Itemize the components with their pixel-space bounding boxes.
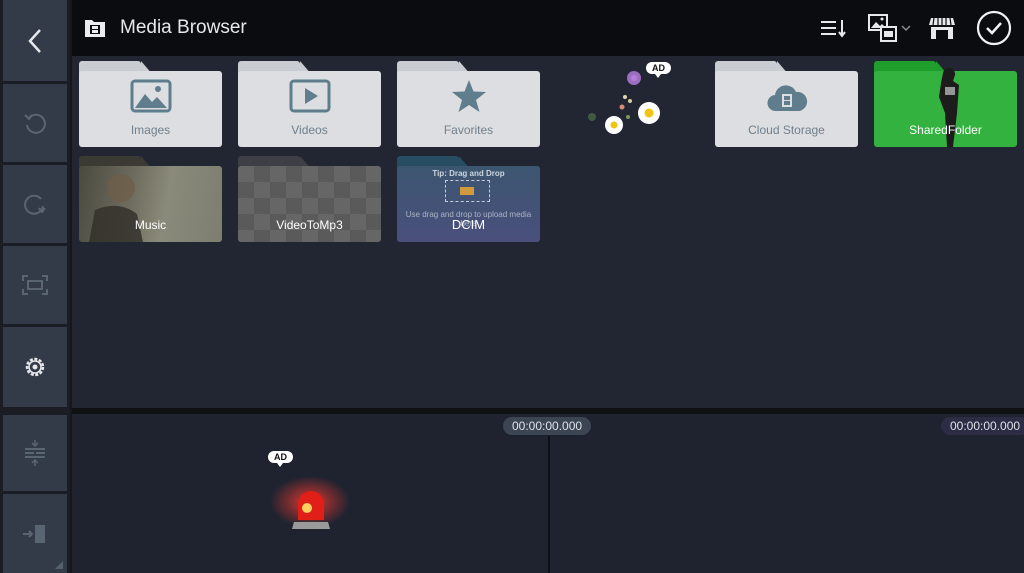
- back-button[interactable]: [3, 0, 67, 81]
- exit-button[interactable]: [3, 494, 67, 573]
- folder-label: VideoToMp3: [276, 218, 343, 232]
- undo-button[interactable]: [3, 84, 67, 162]
- folder-label: Favorites: [443, 123, 494, 137]
- settings-button[interactable]: [3, 327, 67, 407]
- split-layers-icon: [25, 440, 45, 466]
- store-icon: [929, 17, 955, 39]
- cloud-film-icon: [766, 85, 807, 112]
- siren-icon: [270, 476, 350, 529]
- split-button[interactable]: [3, 415, 67, 491]
- folder-label: DCIM: [451, 217, 486, 232]
- siren-ad[interactable]: AD: [262, 450, 352, 540]
- redo-icon: [24, 194, 46, 215]
- chevron-left-icon: [28, 28, 41, 53]
- folder-label: Images: [130, 123, 171, 137]
- tip-title: Tip: Drag and Drop: [432, 169, 505, 178]
- folder-label: Cloud Storage: [748, 123, 825, 137]
- sort-icon: [821, 20, 846, 38]
- header-bar: Media Browser: [72, 0, 1024, 56]
- store-button[interactable]: [926, 12, 958, 44]
- media-browser-grid: Images Videos Favorites AD Cloud Storage…: [72, 56, 1024, 408]
- folder-favorites[interactable]: Favorites: [397, 61, 540, 147]
- folder-label: SharedFolder: [909, 123, 982, 137]
- play-icon: [289, 79, 330, 113]
- image-icon: [130, 79, 171, 113]
- confirm-button[interactable]: [976, 10, 1012, 46]
- folder-dcim[interactable]: Tip: Drag and Drop Use drag and drop to …: [397, 156, 540, 242]
- media-folder-icon: [85, 20, 105, 37]
- star-icon: [451, 80, 486, 112]
- playhead-timecode: 00:00:00.000: [503, 417, 592, 435]
- exit-arrow-icon: [23, 524, 45, 543]
- chevron-down-icon: [901, 25, 911, 32]
- sort-button[interactable]: [818, 12, 850, 44]
- confirm-check-icon: [976, 10, 1012, 46]
- app-root: Media Browser Images Videos Favorites AD…: [0, 0, 1024, 573]
- timeline-panel[interactable]: 00:00:00.000 00:00:00.000 AD: [72, 414, 1024, 573]
- media-type-filter-button[interactable]: [864, 12, 914, 44]
- drag-drop-icon: [445, 180, 490, 202]
- resize-corner-icon: [55, 561, 63, 569]
- folder-images[interactable]: Images: [79, 61, 222, 147]
- folder-music[interactable]: Music: [79, 156, 222, 242]
- gear-icon: [25, 357, 45, 377]
- folder-videotomp3[interactable]: VideoToMp3: [238, 156, 381, 242]
- media-type-filter-icon: [868, 14, 897, 42]
- fit-screen-icon: [22, 275, 48, 295]
- flowers-icon: [588, 71, 660, 134]
- end-timecode: 00:00:00.000: [941, 417, 1024, 435]
- left-toolbar: [0, 0, 70, 573]
- folder-cloud-storage[interactable]: Cloud Storage: [715, 61, 858, 147]
- folder-label: Music: [134, 218, 167, 232]
- undo-icon: [24, 113, 46, 134]
- redo-button[interactable]: [3, 165, 67, 243]
- playhead[interactable]: [548, 436, 550, 573]
- flower-ad[interactable]: AD: [584, 61, 674, 141]
- page-title: Media Browser: [120, 17, 247, 38]
- folder-label: Videos: [291, 123, 328, 137]
- folder-shared[interactable]: SharedFolder: [874, 61, 1017, 147]
- fit-screen-button[interactable]: [3, 246, 67, 324]
- folder-videos[interactable]: Videos: [238, 61, 381, 147]
